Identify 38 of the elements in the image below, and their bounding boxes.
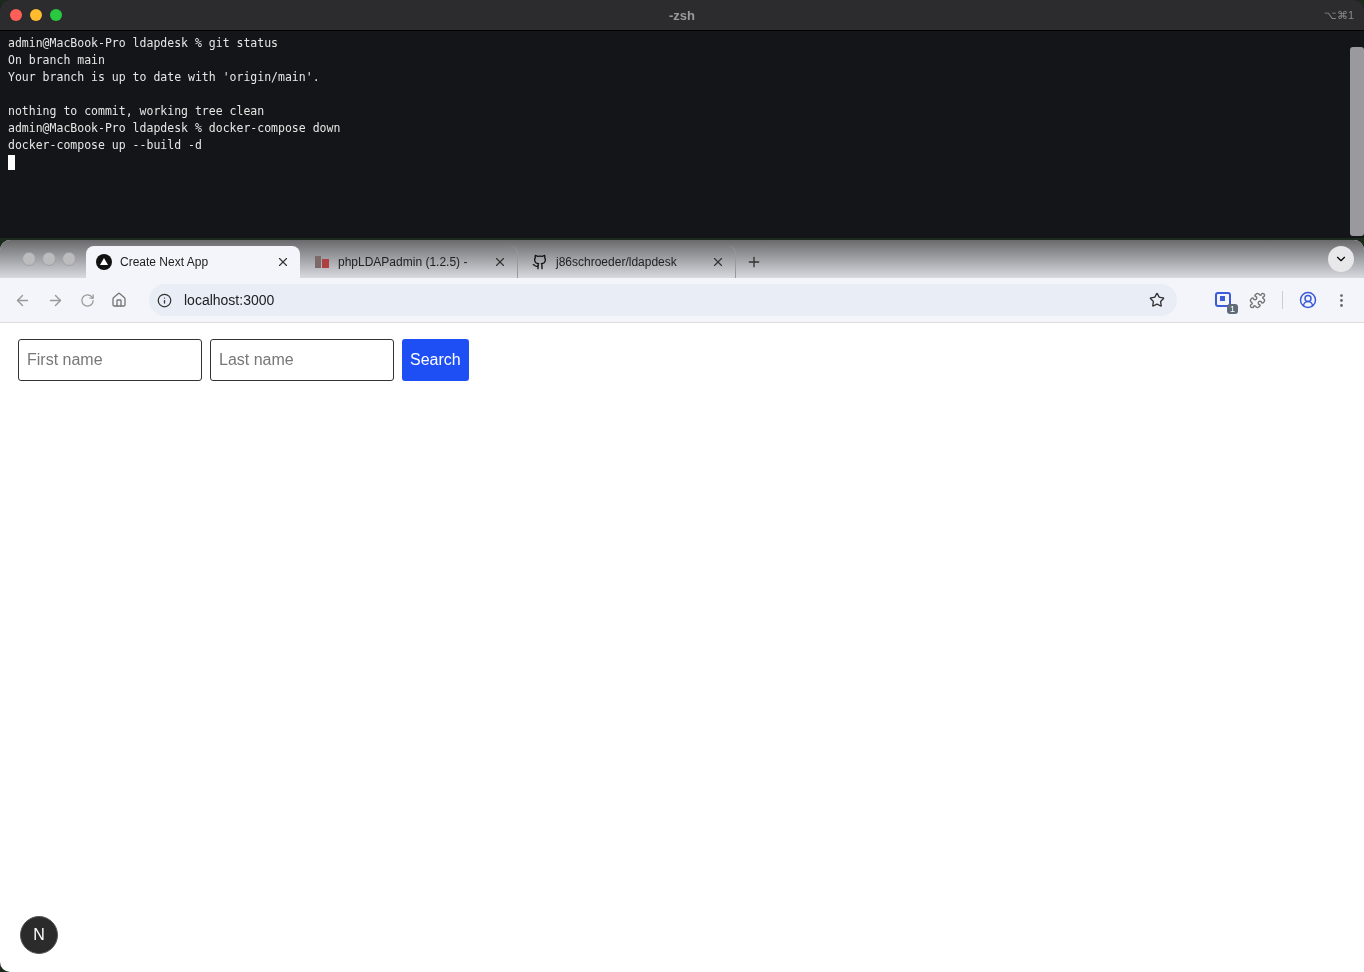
tab-title: j86schroeder/ldapdesk <box>556 255 678 269</box>
reload-icon[interactable] <box>80 292 95 308</box>
tab-search-button[interactable] <box>1328 246 1354 272</box>
close-button[interactable] <box>10 9 22 21</box>
profile-icon[interactable] <box>1299 291 1317 309</box>
dev-tools-button[interactable]: N <box>20 916 58 954</box>
minimize-button[interactable] <box>30 9 42 21</box>
close-icon[interactable] <box>276 255 290 269</box>
info-icon[interactable] <box>157 292 172 308</box>
github-icon <box>532 254 548 270</box>
home-icon[interactable] <box>111 292 127 308</box>
url-text: localhost:3000 <box>184 292 276 308</box>
count-badge: 1 <box>1227 304 1238 314</box>
terminal-line: admin@MacBook-Pro ldapdesk % git status <box>8 35 280 52</box>
close-icon[interactable] <box>711 255 725 269</box>
text-cursor <box>8 155 15 170</box>
app-logo-icon <box>314 254 330 270</box>
browser-tab[interactable]: Create Next App <box>86 246 300 278</box>
scrollbar-thumb[interactable] <box>1350 47 1364 236</box>
address-bar[interactable]: localhost:3000 <box>149 284 1177 316</box>
name-field[interactable]: Last name <box>210 339 394 381</box>
puzzle-icon[interactable] <box>1249 291 1266 309</box>
tab-title: Create Next App <box>120 255 210 269</box>
close-icon[interactable] <box>493 255 507 269</box>
plus-icon <box>746 254 762 270</box>
triangle-logo-icon <box>96 254 112 270</box>
terminal-line: Your branch is up to date with 'origin/main'. <box>8 69 321 86</box>
terminal-line: docker-compose up --build -d <box>8 137 203 154</box>
window-title: -zsh <box>669 7 695 23</box>
terminal-line: On branch main <box>8 52 106 69</box>
terminal-line: admin@MacBook-Pro ldapdesk % docker-compose down <box>8 120 342 137</box>
star-icon[interactable] <box>1149 292 1165 308</box>
shortcut-label: ⌥⌘1 <box>1323 8 1354 22</box>
name-field[interactable]: First name <box>18 339 202 381</box>
zoom-button[interactable] <box>50 9 62 21</box>
terminal-line: nothing to commit, working tree clean <box>8 103 266 120</box>
tab-title: phpLDAPadmin (1.2.5) - <box>338 255 469 269</box>
search-button[interactable]: Search <box>402 339 469 381</box>
